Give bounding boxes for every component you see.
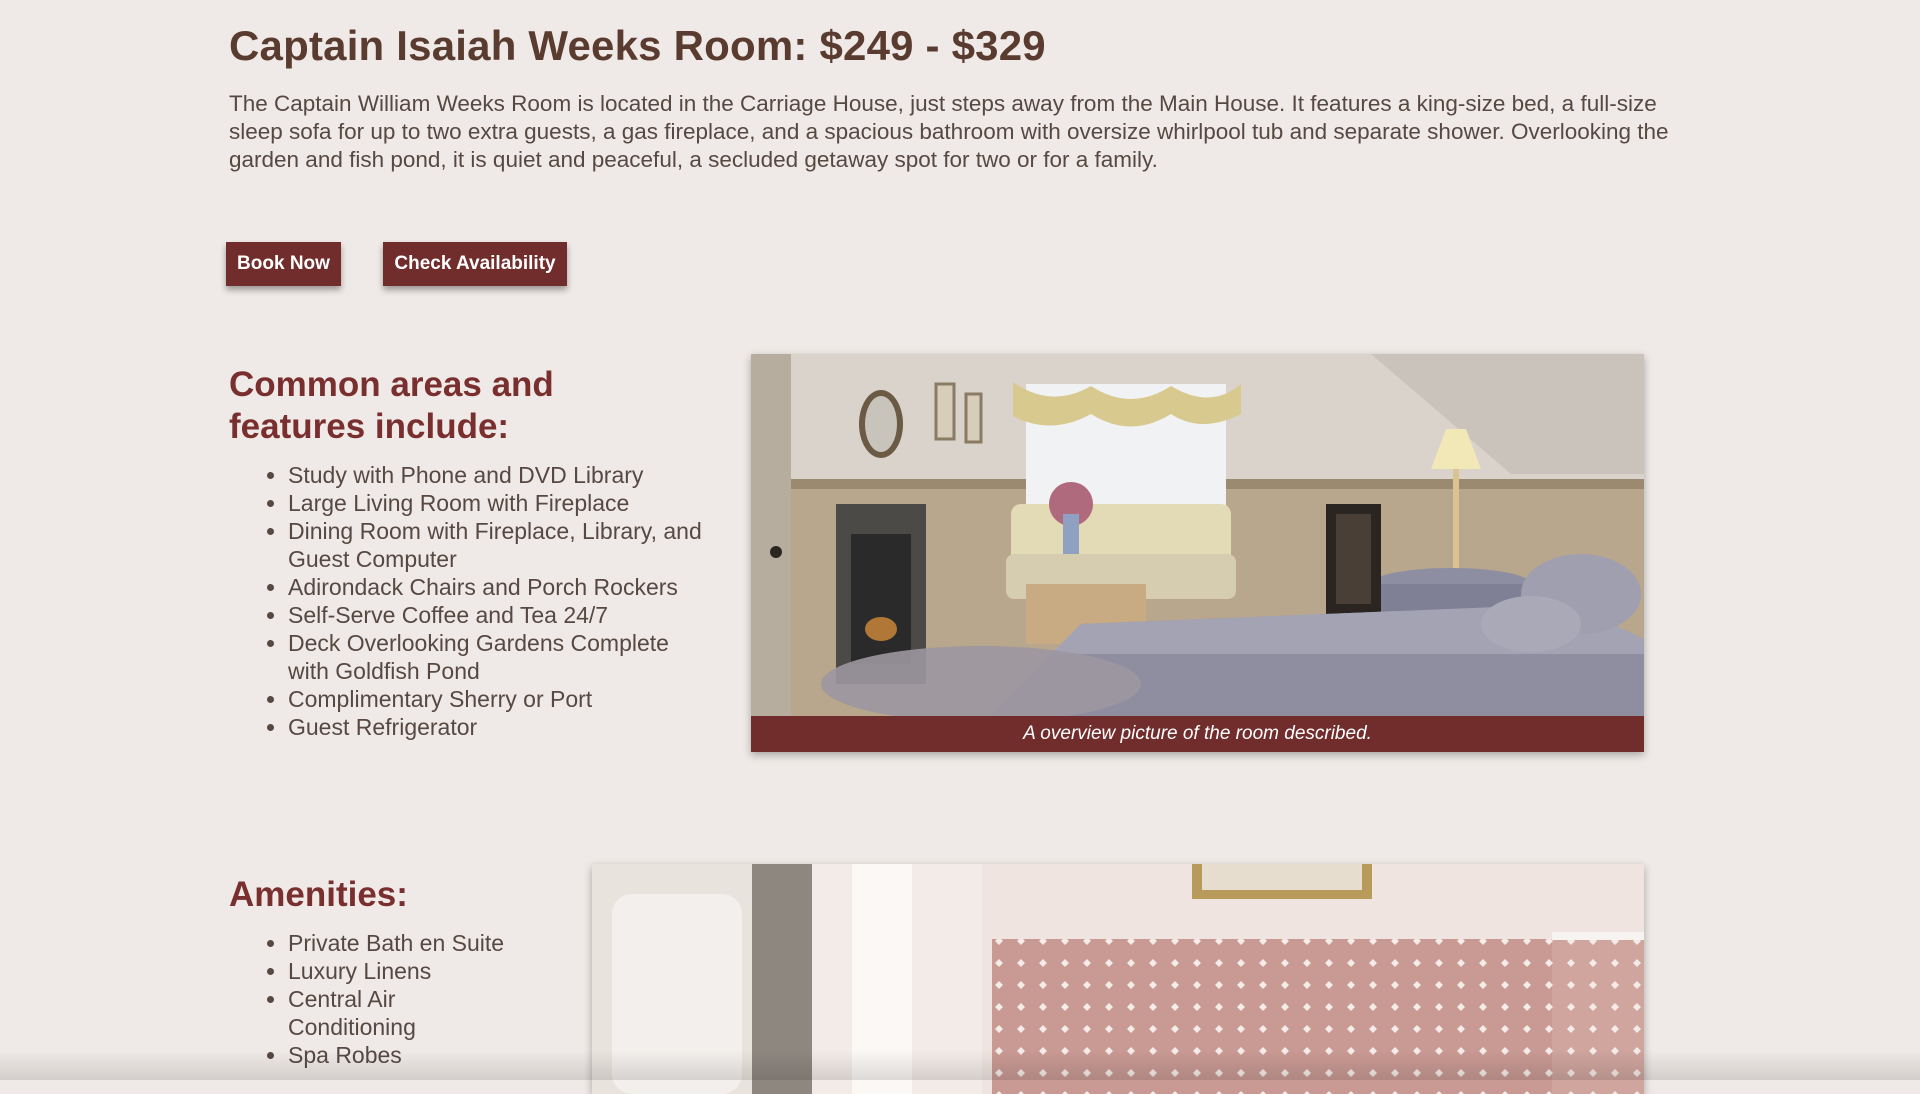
room-photo-caption: A overview picture of the room described… (751, 716, 1644, 752)
room-description: The Captain William Weeks Room is locate… (229, 91, 1669, 172)
amenities-list: Private Bath en Suite Luxury Linens Cent… (229, 929, 508, 1069)
list-item: Luxury Linens (288, 957, 508, 985)
room-overview-figure: A overview picture of the room described… (751, 354, 1644, 752)
room-title: Captain Isaiah Weeks Room: $249 - $329 (229, 22, 1046, 69)
room-overview-photo (751, 354, 1644, 716)
bottom-shadow (0, 1050, 1920, 1080)
list-item: Complimentary Sherry or Port (288, 685, 708, 713)
book-now-button[interactable]: Book Now (226, 242, 341, 286)
check-availability-button[interactable]: Check Availability (383, 242, 567, 286)
amenities-heading: Amenities: (229, 875, 408, 914)
list-item: Study with Phone and DVD Library (288, 461, 708, 489)
list-item: Adirondack Chairs and Porch Rockers (288, 573, 708, 601)
common-areas-heading: Common areas and features include: (229, 365, 554, 446)
list-item: Large Living Room with Fireplace (288, 489, 708, 517)
room-illustration (751, 354, 1644, 716)
list-item: Private Bath en Suite (288, 929, 508, 957)
list-item: Deck Overlooking Gardens Complete with G… (288, 629, 708, 685)
list-item: Central Air Conditioning (288, 985, 508, 1041)
common-areas-list: Study with Phone and DVD Library Large L… (229, 461, 708, 741)
list-item: Self-Serve Coffee and Tea 24/7 (288, 601, 708, 629)
list-item: Guest Refrigerator (288, 713, 708, 741)
list-item: Dining Room with Fireplace, Library, and… (288, 517, 708, 573)
